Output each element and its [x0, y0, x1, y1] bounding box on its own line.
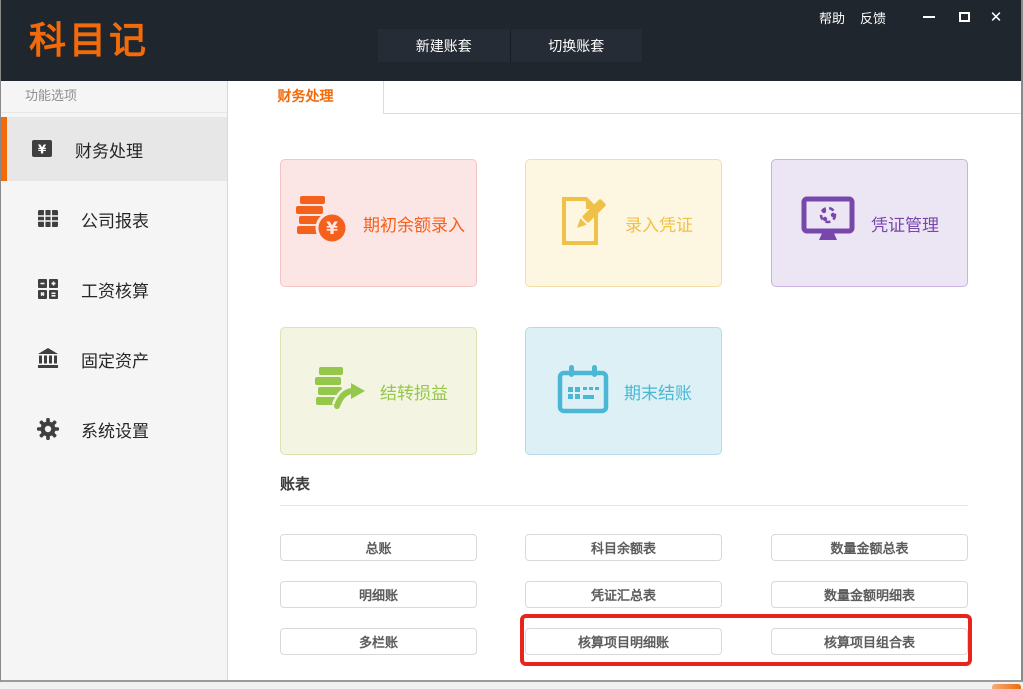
section-title-account-tables: 账表	[280, 475, 311, 493]
multi-column-ledger-button[interactable]: 多栏账	[280, 628, 477, 655]
sidebar-title: 功能选项	[1, 81, 227, 113]
sidebar-item-label: 公司报表	[81, 211, 149, 232]
help-link[interactable]: 帮助	[819, 8, 845, 27]
sidebar-items: ¥ 财务处理 公司报表 工资核算 固定资产 系统设置	[1, 113, 227, 461]
section-divider	[280, 505, 968, 506]
sidebar-item-company-reports[interactable]: 公司报表	[1, 187, 227, 251]
main-window: 科目记 新建账套 切换账套 帮助 反馈 ✕ 功能选项 ¥ 财务处理 公司报表 工…	[0, 0, 1023, 682]
monitor-share-icon	[800, 196, 858, 250]
accounting-item-detail-button[interactable]: 核算项目明细账	[525, 628, 722, 655]
titlebar-right: 帮助 反馈 ✕	[819, 4, 1005, 30]
card-label: 期末结账	[624, 383, 692, 404]
app-window: 科目记 新建账套 切换账套 帮助 反馈 ✕ 功能选项 ¥ 财务处理 公司报表 工…	[0, 0, 1023, 689]
document-pencil-icon	[554, 195, 612, 251]
minimize-icon	[923, 16, 935, 18]
card-label: 录入凭证	[625, 215, 693, 236]
sidebar-item-payroll[interactable]: 工资核算	[1, 257, 227, 321]
taskbar-orange-sliver	[992, 684, 1021, 689]
svg-text:¥: ¥	[326, 219, 338, 239]
detail-ledger-button[interactable]: 明细账	[280, 581, 477, 608]
sidebar-item-label: 系统设置	[81, 421, 149, 442]
tab-financial-processing[interactable]: 财务处理	[228, 81, 384, 114]
card-opening-balance-entry[interactable]: ¥ 期初余额录入	[280, 159, 477, 287]
sidebar-item-label: 固定资产	[81, 351, 149, 372]
switch-account-set-button[interactable]: 切换账套	[511, 29, 643, 62]
titlebar: 科目记 新建账套 切换账套 帮助 反馈 ✕	[1, 0, 1021, 81]
report-grid-icon	[35, 207, 61, 231]
account-set-buttons: 新建账套 切换账套	[378, 29, 642, 62]
sidebar: 功能选项 ¥ 财务处理 公司报表 工资核算 固定资产 系统设置	[1, 81, 228, 680]
svg-text:¥: ¥	[38, 143, 47, 157]
general-ledger-button[interactable]: 总账	[280, 534, 477, 561]
sidebar-item-label: 工资核算	[81, 281, 149, 302]
coins-yuan-icon: ¥	[292, 195, 350, 251]
sidebar-item-label: 财务处理	[75, 141, 143, 162]
calculator-icon	[35, 277, 61, 301]
close-icon: ✕	[989, 8, 1003, 26]
below-window-strip	[0, 682, 1023, 689]
voucher-summary-table-button[interactable]: 凭证汇总表	[525, 581, 722, 608]
card-enter-voucher[interactable]: 录入凭证	[525, 159, 722, 287]
quantity-amount-summary-button[interactable]: 数量金额总表	[771, 534, 968, 561]
coins-arrow-icon	[309, 364, 367, 418]
close-button[interactable]: ✕	[987, 7, 1005, 27]
app-logo: 科目记	[29, 19, 149, 62]
card-period-end-closing[interactable]: 期末结账	[525, 327, 722, 455]
yuan-box-icon: ¥	[29, 137, 55, 161]
maximize-icon	[958, 12, 970, 22]
maximize-button[interactable]	[955, 7, 973, 27]
card-carry-forward-profit-loss[interactable]: 结转损益	[280, 327, 477, 455]
tab-bar: 财务处理	[228, 81, 1021, 114]
gear-icon	[35, 417, 61, 441]
sidebar-item-fixed-assets[interactable]: 固定资产	[1, 327, 227, 391]
minimize-button[interactable]	[920, 7, 938, 27]
content-area: 财务处理 ¥ 期初余额录入 录入凭证 凭证管理 结转损益 期末结账 账表 总账 …	[228, 81, 1021, 680]
bank-icon	[35, 347, 61, 371]
sidebar-item-financial-processing[interactable]: ¥ 财务处理	[1, 117, 227, 181]
feedback-link[interactable]: 反馈	[860, 8, 886, 27]
quantity-amount-detail-button[interactable]: 数量金额明细表	[771, 581, 968, 608]
new-account-set-button[interactable]: 新建账套	[378, 29, 510, 62]
card-voucher-management[interactable]: 凭证管理	[771, 159, 968, 287]
card-label: 结转损益	[380, 383, 448, 404]
card-label: 期初余额录入	[363, 215, 465, 236]
calendar-icon	[555, 364, 611, 418]
accounting-item-combo-button[interactable]: 核算项目组合表	[771, 628, 968, 655]
sidebar-item-system-settings[interactable]: 系统设置	[1, 397, 227, 461]
subject-balance-table-button[interactable]: 科目余额表	[525, 534, 722, 561]
card-label: 凭证管理	[871, 215, 939, 236]
